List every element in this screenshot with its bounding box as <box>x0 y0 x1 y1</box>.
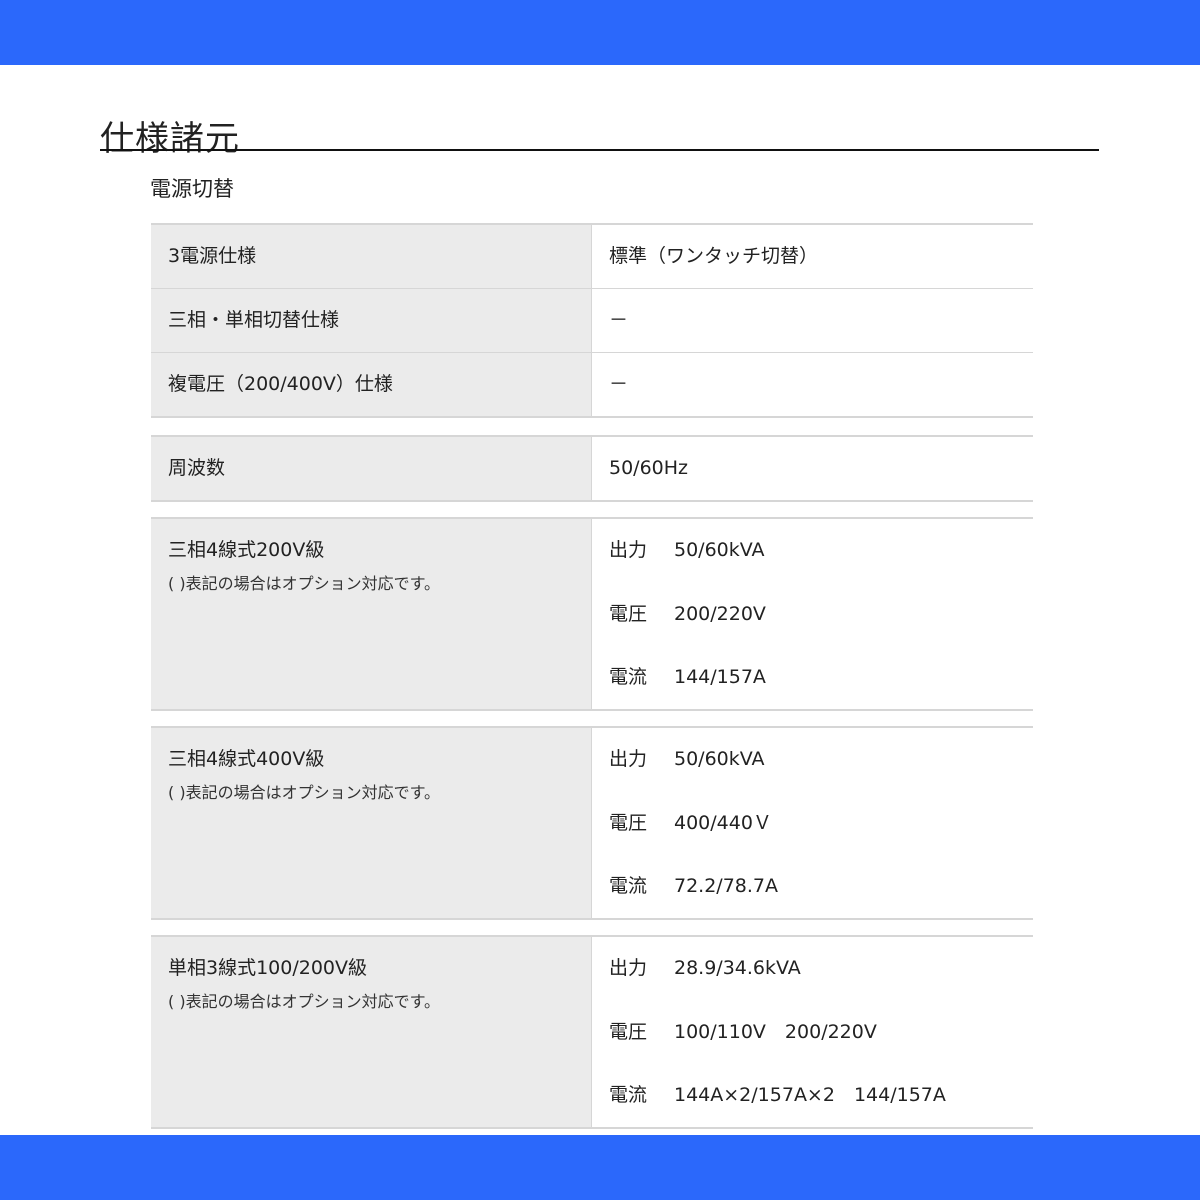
spec-key: 電流 <box>609 875 648 897</box>
row-label: 三相・単相切替仕様 <box>151 289 591 352</box>
bottom-banner <box>0 1135 1200 1200</box>
spec-line: 電流 72.2/78.7A <box>609 873 1033 937</box>
spec-value: 100/110V 200/220V <box>674 1020 877 1043</box>
row-value: 50/60Hz <box>591 437 1033 500</box>
row-label: 複電圧（200/400V）仕様 <box>151 353 591 416</box>
table-row: 周波数 50/60Hz <box>151 437 1033 500</box>
page-title: 仕様諸元 <box>100 118 240 159</box>
table-row: 3電源仕様 標準（ワンタッチ切替） <box>151 225 1033 288</box>
spec-value: 144/157A <box>674 666 766 688</box>
spec-key: 電圧 <box>609 602 648 625</box>
spec-line: 出力 50/60kVA <box>609 746 1033 810</box>
row-label: 三相4線式200V級 ( )表記の場合はオプション対応です。 <box>151 519 591 709</box>
spec-value: 28.9/34.6kVA <box>674 957 801 979</box>
spec-line: 電流 144/157A <box>609 664 1033 728</box>
frequency-table: 周波数 50/60Hz <box>151 435 1033 502</box>
spec-line: 電圧 200/220V <box>609 601 1033 665</box>
spec-value: 72.2/78.7A <box>674 875 779 897</box>
option-note: ( )表記の場合はオプション対応です。 <box>168 783 440 802</box>
power-switching-table: 3電源仕様 標準（ワンタッチ切替） 三相・単相切替仕様 － 複電圧（200/40… <box>151 223 1033 418</box>
option-note: ( )表記の場合はオプション対応です。 <box>168 992 440 1011</box>
row-label: 三相4線式400V級 ( )表記の場合はオプション対応です。 <box>151 728 591 918</box>
spec-line: 出力 50/60kVA <box>609 537 1033 601</box>
row-label: 3電源仕様 <box>151 225 591 288</box>
row-value: 標準（ワンタッチ切替） <box>591 225 1033 288</box>
spec-label: 三相4線式400V級 <box>168 748 325 770</box>
row-label: 単相3線式100/200V級 ( )表記の場合はオプション対応です。 <box>151 937 591 1127</box>
table-row: 単相3線式100/200V級 ( )表記の場合はオプション対応です。 出力 28.… <box>151 937 1033 1127</box>
spec-key: 電圧 <box>609 811 648 834</box>
spec-value: 50/60kVA <box>674 539 765 561</box>
row-value: 出力 50/60kVA 電圧 200/220V 電流 144/157A <box>591 519 1033 709</box>
spec-key: 電圧 <box>609 1020 648 1043</box>
spec-key: 電流 <box>609 1084 648 1106</box>
table-row: 三相4線式200V級 ( )表記の場合はオプション対応です。 出力 50/60kV… <box>151 519 1033 709</box>
spec-label: 単相3線式100/200V級 <box>168 957 368 979</box>
spec-value: 50/60kVA <box>674 748 765 770</box>
spec-key: 電流 <box>609 666 648 688</box>
table-row: 三相4線式400V級 ( )表記の場合はオプション対応です。 出力 50/60kV… <box>151 728 1033 918</box>
option-note: ( )表記の場合はオプション対応です。 <box>168 574 440 593</box>
spec-line: 電圧 100/110V 200/220V <box>609 1019 1033 1083</box>
table-row: 複電圧（200/400V）仕様 － <box>151 352 1033 416</box>
spec-value: 144A×2/157A×2 144/157A <box>674 1084 946 1106</box>
spec-key: 出力 <box>609 957 648 979</box>
row-value: － <box>591 289 1033 352</box>
row-value: 出力 28.9/34.6kVA 電圧 100/110V 200/220V 電流 144… <box>591 937 1033 1127</box>
three-phase-200v-table: 三相4線式200V級 ( )表記の場合はオプション対応です。 出力 50/60kV… <box>151 517 1033 711</box>
table-row: 三相・単相切替仕様 － <box>151 288 1033 352</box>
spec-label: 三相4線式200V級 <box>168 539 325 561</box>
spec-line: 電圧 400/440Ｖ <box>609 810 1033 874</box>
top-banner <box>0 0 1200 65</box>
spec-line: 出力 28.9/34.6kVA <box>609 955 1033 1019</box>
spec-value: 400/440Ｖ <box>674 811 772 834</box>
row-label: 周波数 <box>151 437 591 500</box>
section-title: 電源切替 <box>150 177 234 201</box>
single-phase-100-200v-table: 単相3線式100/200V級 ( )表記の場合はオプション対応です。 出力 28.… <box>151 935 1033 1129</box>
title-divider <box>100 149 1099 151</box>
spec-key: 出力 <box>609 748 648 770</box>
row-value: － <box>591 353 1033 416</box>
row-value: 出力 50/60kVA 電圧 400/440Ｖ 電流 72.2/78.7A <box>591 728 1033 918</box>
spec-value: 200/220V <box>674 602 766 625</box>
three-phase-400v-table: 三相4線式400V級 ( )表記の場合はオプション対応です。 出力 50/60kV… <box>151 726 1033 920</box>
spec-key: 出力 <box>609 539 648 561</box>
